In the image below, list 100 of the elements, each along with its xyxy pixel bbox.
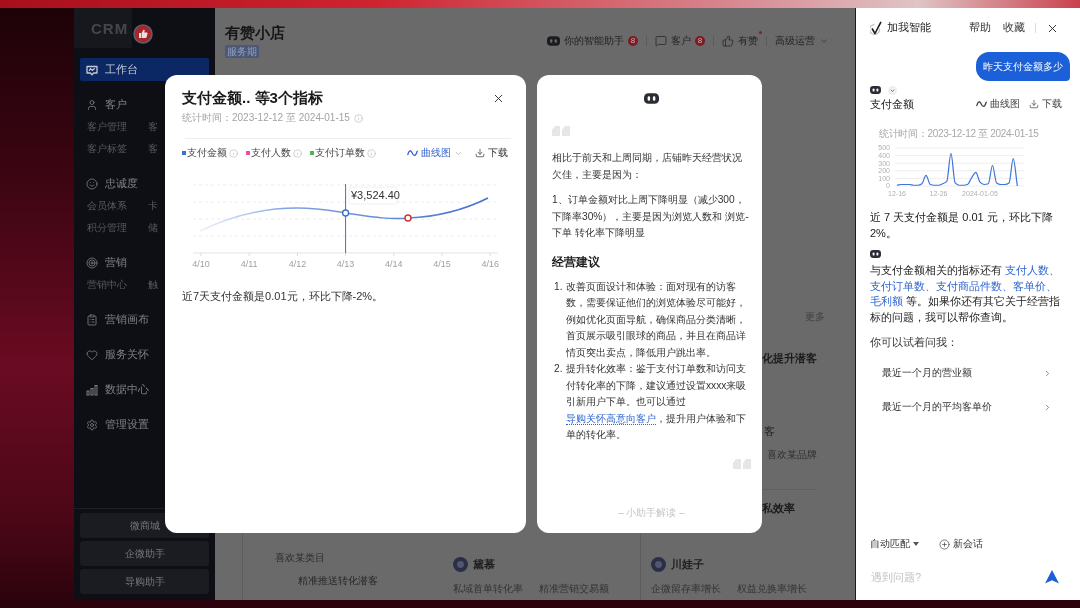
metric-link[interactable]: 支付商品件数 [936,279,1002,292]
header-link[interactable]: 收藏 [1003,21,1025,35]
settings-icon [86,418,98,431]
avatar-icon [651,556,666,572]
chart-type-button[interactable]: 曲线图 [976,97,1020,111]
suggestion-button[interactable]: 最近一个月的营业额 [870,360,1070,386]
quote-icon [733,458,751,469]
user-message: 昨天支付金额多少 [976,52,1070,81]
sidebar-link[interactable]: 客 [148,120,158,134]
send-button[interactable] [1045,570,1059,584]
nav-item[interactable]: 营销画布 [80,308,209,331]
axis-label: 4/15 [433,259,451,269]
prompt-text: 你可以试着问我： [870,335,959,350]
heart-icon [86,348,98,361]
nav-item[interactable]: 工作台 [80,58,209,81]
count-badge: 8 [628,36,638,46]
list-text: 提升转化效率：鉴于支付订单数和访问支付转化率的下降，建议通过设置xxxx来吸引新用户下单。也可以通过 导购关怀高意向客户，提升用户体验和下单的转化率。 [566,362,748,442]
robot-icon [547,36,560,46]
app-title: 加我智能 [887,21,931,35]
axis-label: 4/11 [240,259,258,269]
crosshair-line [345,183,347,254]
legend-label: 支付订单数 [315,146,365,160]
sidebar-link[interactable]: 营销中心 [87,278,127,292]
paragraph: 1、订单金额对比上周下降明显（减少300，下降率30%），主要是因为浏览人数和 浏览-下单 转化率下降明显 [552,193,750,240]
download-button[interactable]: 下载 [475,146,508,160]
chart-title: 支付金额 [870,96,914,112]
dialog-title: 支付金额.. 等3个指标 [182,88,323,108]
sidebar-link[interactable]: 客户管理 [87,120,127,134]
paragraph: 相比于前天和上周同期，店铺昨天经营状况欠佳，主要是因为： [552,151,743,182]
download-button[interactable]: 下载 [1029,97,1062,111]
shop-title: 有赞小店 [225,24,285,42]
list-number: 2. [553,362,564,376]
avatar-icon [453,556,468,572]
legend-label: 支付金额 [187,146,227,160]
quote-icon [552,126,570,136]
bot-message: 近 7 天支付金额是 0.01 元，环比下降 2%。 [870,210,1054,241]
brand-name: 川娃子 [671,556,704,572]
info-icon [367,148,376,158]
download-icon [1029,99,1039,109]
user-icon [86,98,98,111]
bar-chart-icon [86,383,98,396]
brand-name: 黛慕 [473,556,495,572]
send-icon [1045,570,1059,584]
nav-item[interactable]: 忠诚度 [80,172,209,195]
status-tag: 服务期 [225,45,259,58]
summary-text: 近7天支付金额是0.01元，环比下降-2%。 [182,289,385,304]
thumbs-up-icon [722,35,734,47]
mode-dropdown[interactable]: 自动匹配 [870,537,919,551]
sidebar-link[interactable]: 客户标签 [87,142,127,156]
info-icon [353,113,363,123]
axis-label: 4/12 [288,259,307,269]
header-link[interactable]: 高级运营 [775,34,829,48]
date-range: 统计时间：2023-12-12 至 2024-01-15 [879,128,1039,140]
card-title: 化提升潜客 [762,351,817,366]
caret-down-icon [913,542,919,546]
point-marker [341,209,350,217]
monitor-icon [86,63,98,76]
robot-icon [870,86,881,94]
chat-icon [655,35,667,47]
thumbs-up-icon [133,24,153,44]
sidebar-link[interactable]: 储 [148,221,158,235]
axis-label: 4/14 [385,259,403,269]
sidebar-link[interactable]: 卡 [148,199,158,213]
suggestion-button[interactable]: 最近一个月的平均客单价 [870,394,1070,420]
chevron-right-icon [1043,368,1052,378]
wave-icon [976,100,987,108]
sidebar-button[interactable]: 导购助手 [80,569,209,594]
metric-link[interactable]: 客单价 [1013,279,1046,292]
sidebar-link[interactable]: 会员体系 [87,199,127,213]
info-icon [229,148,238,158]
sidebar-button[interactable]: 企微助手 [80,541,209,566]
card-title: 私效率 [762,501,795,516]
wave-icon [407,149,418,157]
list-text: 改善页面设计和体验：面对现有的访客数，需要保证他们的浏览体验尽可能好，例如优化页面导航，确保商品分类清晰，首页展示吸引眼球的商品，并且在商品详情页突出卖点，降低用户跳出率。 [566,279,747,360]
new-chat-button[interactable]: 新会话 [939,537,983,551]
sidebar-link[interactable]: 触 [148,278,158,292]
check-logo-icon [870,21,882,35]
header-link[interactable]: 帮助 [969,21,991,35]
date-range: 统计时间：2023-12-12 至 2024-01-15 [182,111,350,125]
chart-type-dropdown[interactable]: 曲线图 [407,146,463,160]
header-link[interactable]: 客户 8 [655,34,705,48]
nav-item[interactable]: 服务关怀 [80,343,209,366]
inline-link[interactable]: 导购关怀高意向客户 [566,412,656,425]
smile-icon [86,177,98,190]
info-icon [293,148,302,158]
metric-link[interactable]: 支付订单数 [870,279,925,292]
section-heading: 经营建议 [552,253,600,271]
header-link[interactable]: 你的智能助手 8 [547,34,638,48]
sidebar-link[interactable]: 客 [148,142,158,156]
axis-label: 4/10 [192,259,210,269]
bot-message: 与支付金额相关的指标还有 支付人数、 支付订单数、支付商品件数、客单价、 毛利额 等。如果你还有其它关于经营指标的问题，我可以帮你查询。 [870,263,1062,325]
download-icon [475,148,485,158]
clipboard-icon [86,313,98,326]
nav-item[interactable]: 数据中心 [80,378,209,401]
nav-item[interactable]: 管理设置 [80,413,209,436]
point-marker [404,214,412,222]
card-text: 客 [764,424,775,439]
chevron-right-icon [1043,402,1052,412]
metric-link[interactable]: 毛利额 [870,295,903,307]
sidebar-link[interactable]: 积分管理 [87,221,127,235]
